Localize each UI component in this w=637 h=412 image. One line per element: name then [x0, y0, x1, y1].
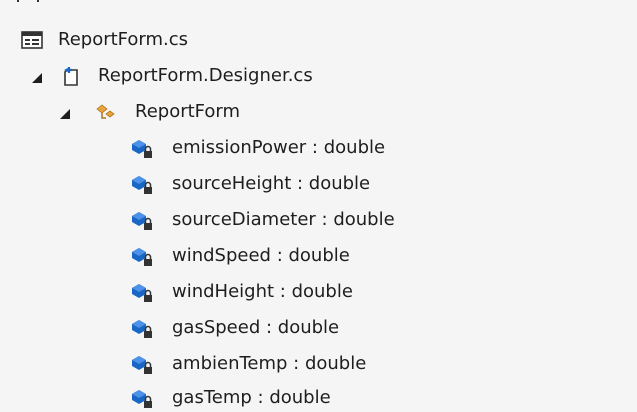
tree-node-label: gasSpeed : double	[172, 317, 340, 338]
tree-node-label: windHeight : double	[172, 281, 353, 302]
class-icon	[94, 100, 118, 124]
tree-node-label: sourceDiameter : double	[172, 209, 395, 230]
tree-node-label: ambienTemp : double	[172, 353, 367, 374]
tree-node-member[interactable]: sourceDiameter : double	[0, 202, 637, 238]
private-field-icon	[130, 316, 154, 340]
tree-node-label: ReportForm	[135, 101, 241, 122]
private-field-icon	[130, 172, 154, 196]
tree-node-class-reportform[interactable]: ReportForm	[0, 94, 637, 130]
private-field-icon	[130, 280, 154, 304]
tree-node-label: ReportForm.Designer.cs	[98, 65, 313, 86]
tree-node-member[interactable]: ambienTemp : double	[0, 346, 637, 382]
designer-file-icon	[60, 64, 84, 88]
solution-explorer-tree: ReportForm.cs ReportForm.Designer.cs Rep…	[0, 0, 637, 412]
tree-node-member[interactable]: windHeight : double	[0, 274, 637, 310]
tree-node-label: emissionPower : double	[172, 137, 386, 158]
private-field-icon	[130, 208, 154, 232]
private-field-icon	[130, 352, 154, 376]
tree-node-member[interactable]: windSpeed : double	[0, 238, 637, 274]
expanded-triangle-icon[interactable]	[30, 69, 44, 83]
tree-node-member[interactable]: gasSpeed : double	[0, 310, 637, 346]
tree-node-member[interactable]: sourceHeight : double	[0, 166, 637, 202]
private-field-icon	[130, 244, 154, 268]
tree-node-label: gasTemp : double	[172, 387, 331, 408]
tree-node-label: ReportForm.cs	[58, 29, 189, 50]
private-field-icon	[130, 386, 154, 410]
tree-node-label: sourceHeight : double	[172, 173, 371, 194]
tree-node-member[interactable]: emissionPower : double	[0, 130, 637, 166]
tree-node-member[interactable]: gasTemp : double	[0, 380, 637, 412]
expanded-triangle-icon[interactable]	[58, 105, 72, 119]
form-file-icon	[20, 28, 44, 52]
clipped-row	[0, 0, 637, 8]
tree-node-reportform-cs[interactable]: ReportForm.cs	[0, 22, 637, 58]
private-field-icon	[130, 136, 154, 160]
tree-node-label: windSpeed : double	[172, 245, 350, 266]
tree-node-designer-cs[interactable]: ReportForm.Designer.cs	[0, 58, 637, 94]
